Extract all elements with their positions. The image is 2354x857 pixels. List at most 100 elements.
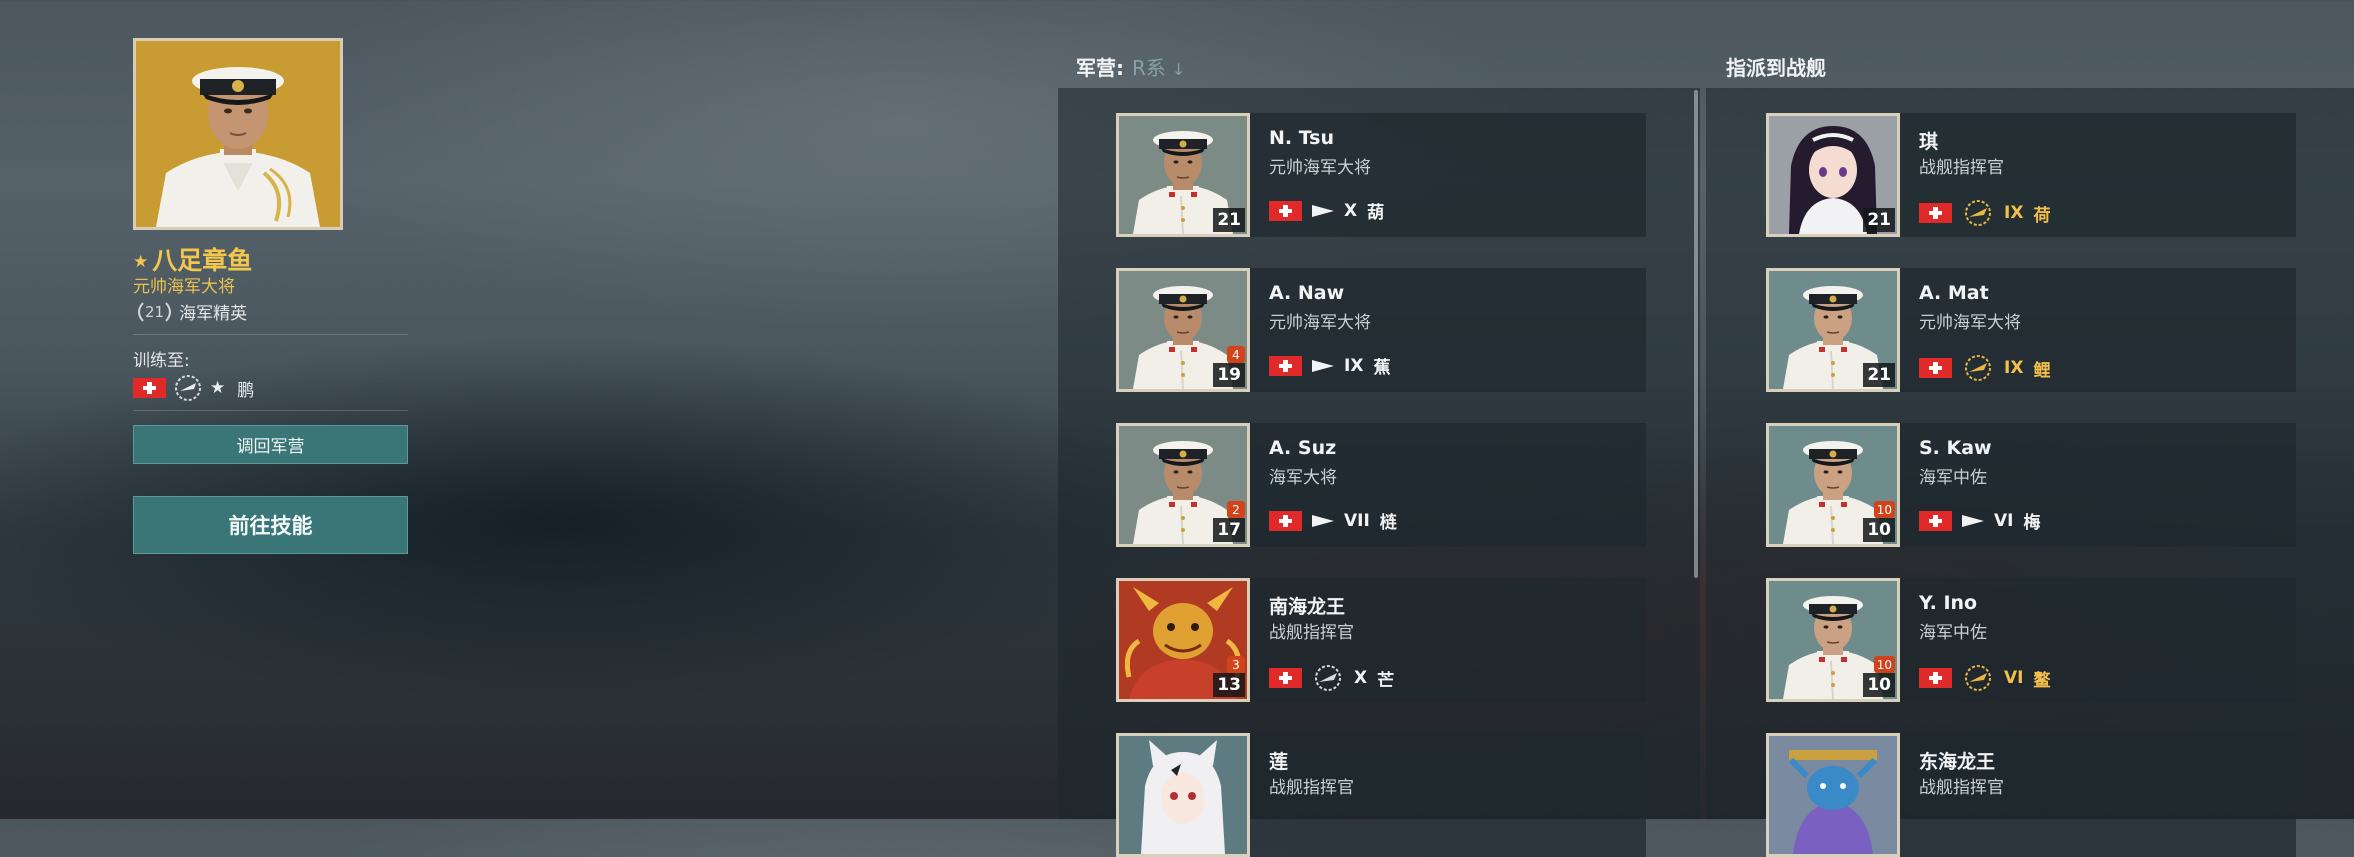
commander-card-portrait: 21 <box>1766 268 1900 392</box>
flag-icon <box>1919 510 1952 531</box>
commander-name-text: 八足章鱼 <box>152 246 253 275</box>
commander-level-badge: 17 <box>1213 518 1245 542</box>
ship-tier: VI <box>2004 668 2024 688</box>
skill-points-badge: 3 <box>1227 656 1245 673</box>
commander-level-badge: 10 <box>1863 518 1895 542</box>
commander-card-name: S. Kaw <box>1919 437 1992 459</box>
commander-card-rank: 元帅海军大将 <box>1269 313 1371 333</box>
commander-card-rank: 海军中佐 <box>1919 623 1987 643</box>
trained-ship-name: 鹏 <box>237 380 255 401</box>
commander-card[interactable]: 莲战舰指挥官 <box>1116 733 1646 857</box>
commander-card-portrait: 10 10 <box>1766 578 1900 702</box>
flag-icon <box>1269 668 1302 688</box>
commander-card-rank: 战舰指挥官 <box>1269 778 1354 798</box>
commander-card-portrait <box>1766 733 1900 857</box>
commander-card-name: A. Suz <box>1269 437 1337 459</box>
ship-tier: X <box>1354 668 1368 688</box>
commander-card-rank: 战舰指挥官 <box>1919 158 2004 178</box>
commander-card-name: Y. Ino <box>1919 592 1978 614</box>
commander-card[interactable]: 10 10 Y. Ino 海军中佐 VI 鳌 <box>1766 578 2296 702</box>
flag-icon <box>1919 203 1952 223</box>
flag-icon <box>1919 668 1952 688</box>
commander-card-ship: X 葫 <box>1269 198 1384 223</box>
recall-to-barracks-button[interactable]: 调回军营 <box>133 425 408 464</box>
go-to-skills-button[interactable]: 前往技能 <box>133 496 408 554</box>
barracks-label: 军营: <box>1076 56 1124 80</box>
assign-header: 指派到战舰 <box>1726 56 1826 80</box>
commander-card-portrait: 3 13 <box>1116 578 1250 702</box>
commander-card-name: A. Mat <box>1919 282 1989 304</box>
commander-card-rank: 战舰指挥官 <box>1269 623 1354 643</box>
ship-tier: VI <box>1994 510 2014 531</box>
commander-card-name: 琪 <box>1919 131 1939 153</box>
commander-level-badge: 10 <box>1863 673 1895 697</box>
divider <box>133 410 408 411</box>
ship-tier: VII <box>1344 510 1370 531</box>
commander-card-name: 东海龙王 <box>1919 751 1996 773</box>
laurel-icon: 21 <box>133 301 176 322</box>
commander-card-rank: 元帅海军大将 <box>1919 313 2021 333</box>
barracks-scrollbar[interactable] <box>1694 90 1698 578</box>
commander-card-rank: 海军中佐 <box>1919 468 1987 488</box>
pennant-icon <box>1312 204 1334 217</box>
commander-card[interactable]: 3 13 南海龙王战舰指挥官 X 芒 <box>1116 578 1646 702</box>
laurel-icon <box>175 375 201 401</box>
ship-name: 梿 <box>1379 513 1397 533</box>
commander-card-portrait: 21 <box>1766 113 1900 237</box>
laurel-icon <box>1965 200 1991 226</box>
ship-name: 鲤 <box>2033 360 2051 381</box>
flag-icon <box>1919 358 1952 378</box>
ship-name: 蕉 <box>1373 358 1391 378</box>
commander-card-rank: 战舰指挥官 <box>1919 778 2004 798</box>
commander-card-name: 南海龙王 <box>1269 596 1346 618</box>
commander-level-badge: 13 <box>1213 673 1245 697</box>
ship-name: 鳌 <box>2033 670 2051 691</box>
commander-card-rank: 海军大将 <box>1269 468 1337 488</box>
commander-card-ship: VI 梅 <box>1919 508 2040 533</box>
ship-name: 芒 <box>1377 670 1395 691</box>
ship-name: 葫 <box>1367 203 1385 223</box>
ship-tier: IX <box>2004 203 2024 223</box>
commander-card-portrait: 2 17 <box>1116 423 1250 547</box>
divider <box>133 334 408 335</box>
pennant-icon <box>1312 514 1334 527</box>
skill-points-badge: 10 <box>1873 656 1895 673</box>
elite-label: 海军精英 <box>179 304 248 324</box>
commander-portrait <box>133 38 343 230</box>
commander-card-name: 莲 <box>1269 751 1289 773</box>
flag-icon <box>1269 200 1302 221</box>
commander-card-name: N. Tsu <box>1269 127 1335 149</box>
commander-card[interactable]: 东海龙王 战舰指挥官 <box>1766 733 2296 857</box>
ship-tier: X <box>1344 200 1358 221</box>
commander-card[interactable]: 10 10 S. Kaw 海军中佐 VI 梅 <box>1766 423 2296 547</box>
commander-card[interactable]: 2 17 A. Suz 海军大将 VII 梿 <box>1116 423 1646 547</box>
laurel-icon <box>1965 355 1991 381</box>
ship-name: 荷 <box>2033 205 2051 226</box>
elite-status: 21 海军精英 <box>133 299 247 324</box>
sort-arrow-icon[interactable]: ↓ <box>1172 60 1185 79</box>
commander-card-portrait <box>1116 733 1250 857</box>
commander-card[interactable]: 21 琪战舰指挥官 IX 荷 <box>1766 113 2296 237</box>
commander-card[interactable]: 21 N. Tsu 元帅海军大将 X 葫 <box>1116 113 1646 237</box>
commander-card-name: A. Naw <box>1269 282 1345 304</box>
commander-rank: 元帅海军大将 <box>133 277 235 297</box>
commander-card-ship: VI 鳌 <box>1919 663 2050 693</box>
laurel-icon <box>1965 665 1991 691</box>
laurel-icon <box>1315 665 1341 691</box>
commander-card[interactable]: 21 A. Mat 元帅海军大将 IX 鲤 <box>1766 268 2296 392</box>
commander-card-ship: IX 蕉 <box>1269 353 1390 378</box>
commander-card-ship: VII 梿 <box>1269 508 1397 533</box>
flag-icon <box>1269 510 1302 531</box>
commander-card-ship: IX 鲤 <box>1919 353 2050 383</box>
elite-level: 21 <box>145 302 165 321</box>
commander-card-portrait: 4 19 <box>1116 268 1250 392</box>
ship-name: 梅 <box>2023 513 2041 533</box>
commander-level-badge: 21 <box>1863 363 1895 387</box>
commander-card[interactable]: 4 19 A. Naw 元帅海军大将 IX 蕉 <box>1116 268 1646 392</box>
flag-icon <box>133 378 166 398</box>
sort-selector[interactable]: R系 <box>1132 56 1166 80</box>
commander-card-ship: IX 荷 <box>1919 198 2050 228</box>
pennant-icon <box>1962 514 1984 527</box>
star-icon: ★ <box>210 378 226 398</box>
skill-points-badge: 4 <box>1227 346 1245 363</box>
